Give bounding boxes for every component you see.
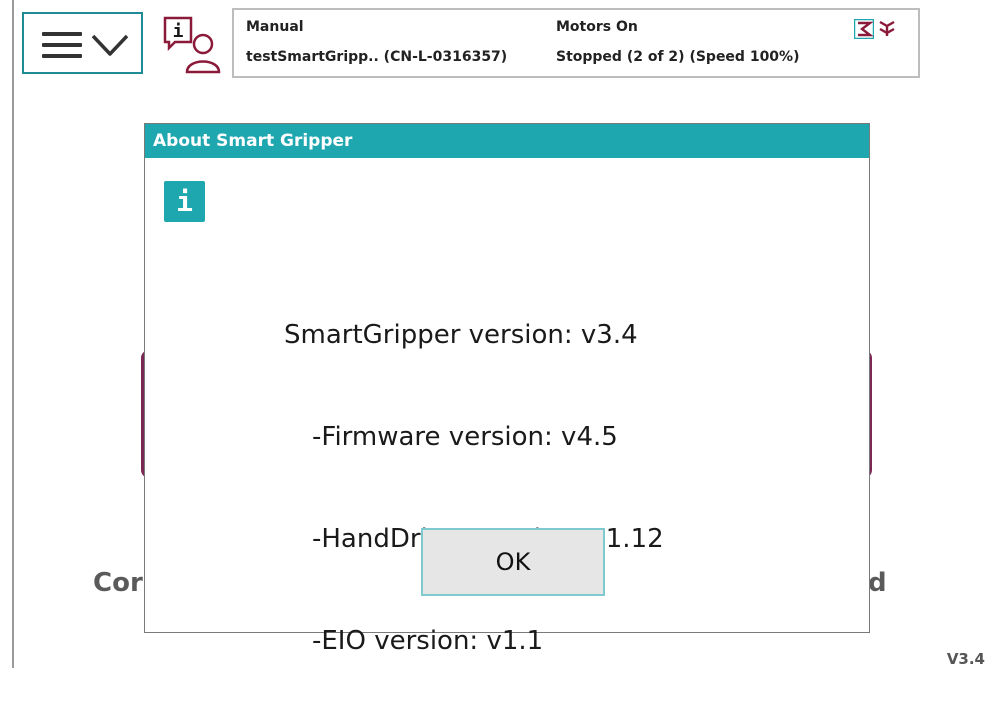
operation-mode: Manual: [246, 19, 304, 35]
dialog-title: About Smart Gripper: [145, 124, 869, 158]
about-dialog: About Smart Gripper i SmartGripper versi…: [144, 123, 870, 656]
svg-text:i: i: [173, 21, 184, 42]
info-person-icon[interactable]: i: [161, 14, 223, 76]
app-version: V3.4: [946, 650, 985, 668]
status-bar[interactable]: Manual testSmartGripp.. (CN-L-0316357) M…: [232, 8, 920, 78]
speed-icons: [854, 19, 897, 39]
info-icon: i: [164, 181, 205, 222]
task-name: testSmartGripp.. (CN-L-0316357): [246, 49, 508, 65]
chevron-down-icon: [91, 34, 129, 56]
background-text-left: Cor: [93, 568, 143, 598]
speed-icon: [854, 19, 874, 39]
speed-icon-2: [879, 20, 895, 36]
ok-button[interactable]: OK: [421, 528, 605, 596]
smartgripper-version: SmartGripper version: v3.4: [284, 320, 638, 350]
background-text-right: d: [868, 568, 887, 598]
version-info: SmartGripper version: v3.4 -Firmware ver…: [284, 250, 664, 726]
eio-version: -EIO version: v1.1: [312, 626, 544, 656]
firmware-version: -Firmware version: v4.5: [312, 422, 618, 452]
menu-icon: [42, 32, 82, 65]
program-state: Stopped (2 of 2) (Speed 100%): [556, 49, 800, 65]
motors-state: Motors On: [556, 19, 638, 35]
main-menu-button[interactable]: [22, 12, 143, 74]
